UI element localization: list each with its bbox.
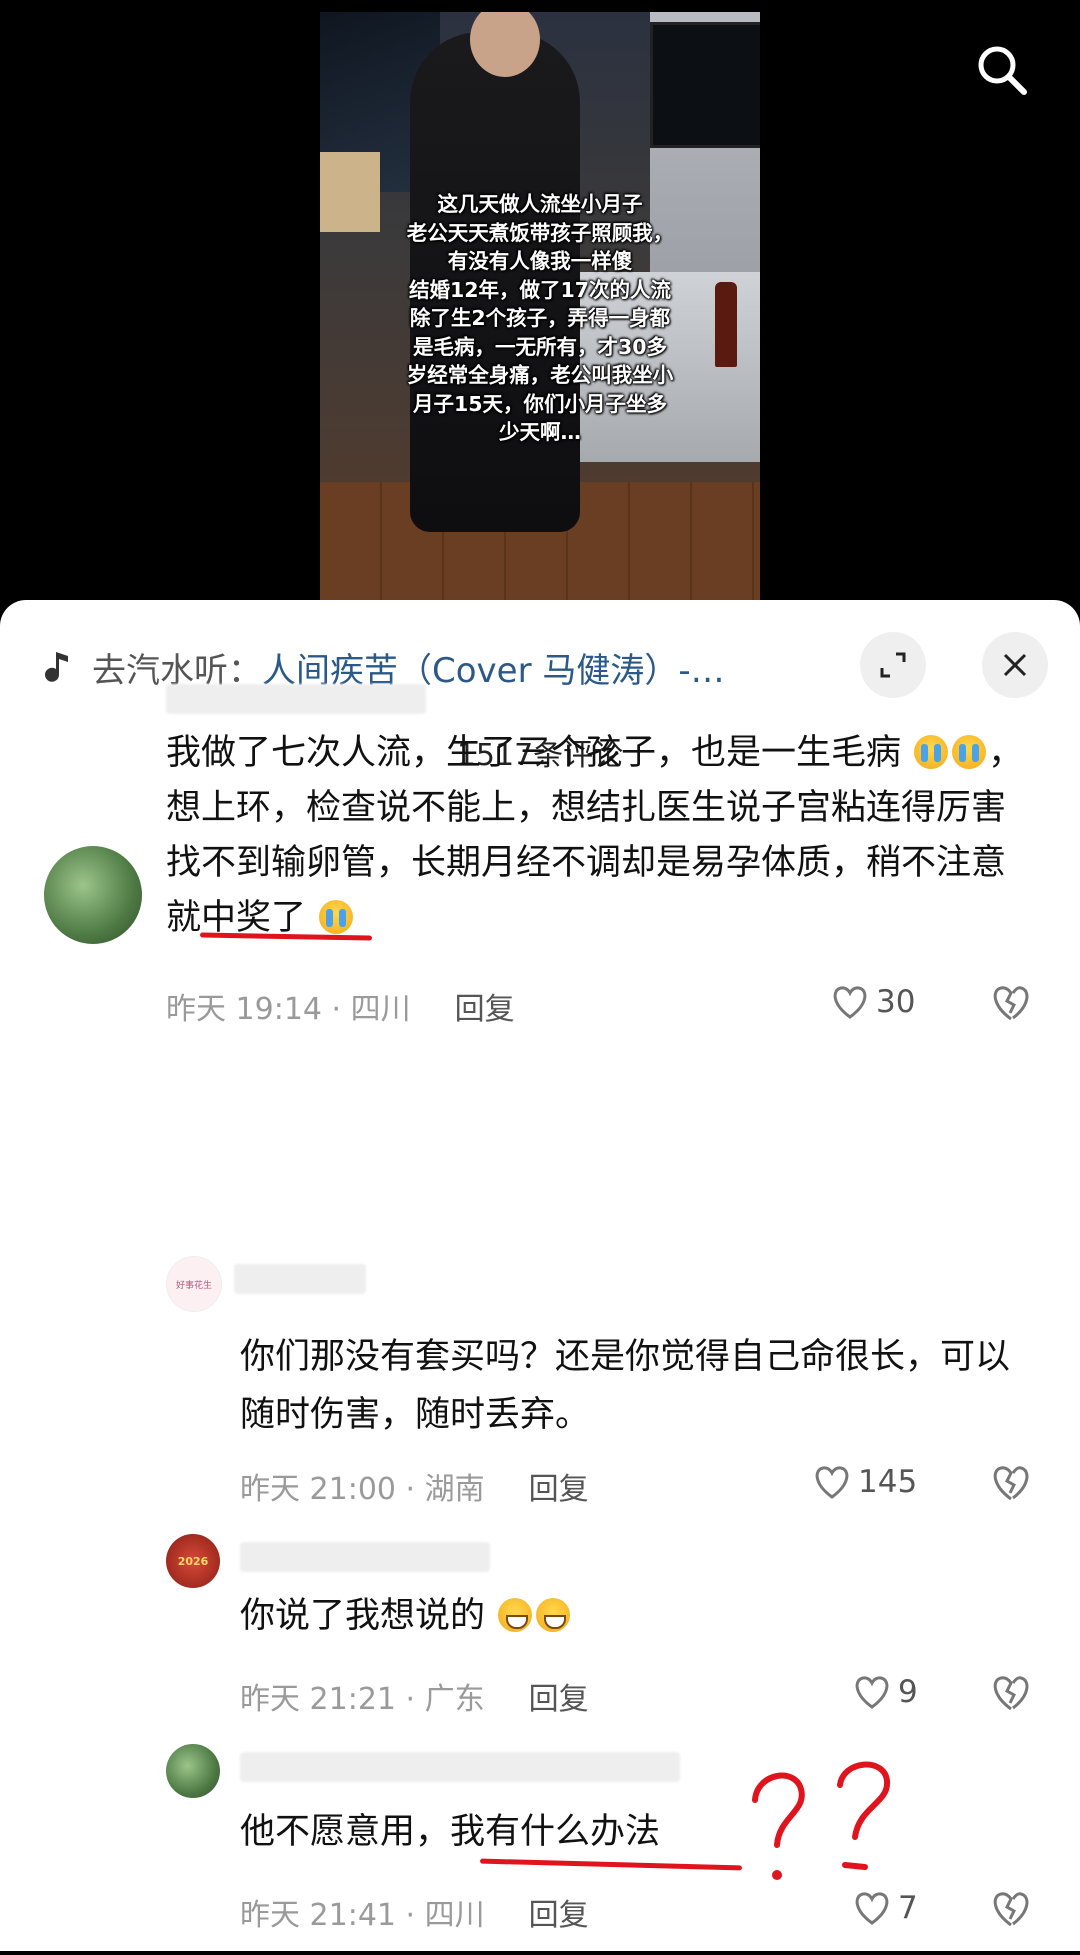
reply-button[interactable]: 回复 <box>529 1890 589 1934</box>
comment-text-part: 我做了七次人流，生了三个孩子，也是一生毛病 <box>166 733 902 773</box>
dislike-button[interactable] <box>990 984 1032 1026</box>
avatar[interactable] <box>44 846 142 944</box>
dislike-heart-icon <box>993 986 1029 1021</box>
dislike-heart-icon <box>993 1676 1029 1711</box>
highlighted-text: 易孕体质 <box>691 843 832 883</box>
username-blurred[interactable] <box>240 1542 490 1572</box>
close-icon <box>1003 653 1027 677</box>
search-button[interactable] <box>972 40 1032 100</box>
comment-time-location: 昨天 19:14 · 四川 <box>166 992 411 1027</box>
comments-sheet: 去汽水听： 人间疾苦（Cover 马健涛）-… 1517条评论 我做了七次人流，… <box>0 600 1080 1951</box>
comment-meta: 昨天 21:00 · 湖南 回复 <box>240 1464 589 1508</box>
heart-icon <box>855 1676 889 1709</box>
dislike-button[interactable] <box>990 1890 1032 1932</box>
avatar[interactable]: 好事花生 <box>166 1256 222 1312</box>
like-count: 30 <box>876 984 916 1020</box>
comment-text: 你们那没有套买吗？还是你觉得自己命很长，可以随时伤害，随时丢弃。 <box>240 1337 1011 1435</box>
red-underline-annotation <box>479 1858 743 1871</box>
crying-emoji-icon <box>319 900 354 934</box>
comment-meta: 昨天 19:14 · 四川 回复 <box>166 984 515 1028</box>
username-blurred[interactable] <box>240 1752 680 1782</box>
comment-meta: 昨天 21:41 · 四川 回复 <box>240 1890 589 1934</box>
reply-button[interactable]: 回复 <box>529 1674 589 1718</box>
comment-time-location: 昨天 21:00 · 湖南 <box>240 1472 485 1507</box>
search-icon <box>978 46 1027 95</box>
scene-tv <box>650 22 760 148</box>
dislike-button[interactable] <box>990 1674 1032 1716</box>
like-count: 9 <box>898 1674 918 1710</box>
question-marks-annotation <box>745 375 895 545</box>
dislike-button[interactable] <box>990 1464 1032 1506</box>
comment-text: 你说了我想说的 <box>240 1590 940 1642</box>
comment-time-location: 昨天 21:21 · 广东 <box>240 1682 485 1717</box>
like-button[interactable]: 145 <box>812 1464 917 1500</box>
username-blurred[interactable] <box>234 1264 366 1294</box>
question-marks-annotation <box>752 1761 891 1880</box>
comment-text: 我做了七次人流，生了三个孩子，也是一生毛病 ，想上环，检查说不能上，想结扎医生说… <box>166 726 1026 946</box>
dislike-heart-icon <box>993 1892 1029 1927</box>
reply-button[interactable]: 回复 <box>455 984 515 1028</box>
comment-text-part: 你说了我想说的 <box>240 1596 486 1636</box>
avatar[interactable]: 2026 <box>166 1534 220 1588</box>
heart-icon <box>833 986 867 1019</box>
like-button[interactable]: 30 <box>830 984 915 1020</box>
highlighted-text: 我有什么办法 <box>450 1812 661 1852</box>
username-blurred[interactable] <box>166 684 426 714</box>
video-caption: 这几天做人流坐小月子 老公天天煮饭带孩子照顾我， 有没有人像我一样傻 结婚12年… <box>406 192 674 444</box>
music-note-icon <box>45 652 68 682</box>
video-area[interactable]: 这几天做人流坐小月子 老公天天煮饭带孩子照顾我， 有没有人像我一样傻 结婚12年… <box>0 0 1080 610</box>
grinning-sweat-emoji-icon <box>536 1598 571 1632</box>
expand-icon <box>880 652 906 678</box>
reply-button[interactable]: 回复 <box>529 1464 589 1508</box>
comment-time-location: 昨天 21:41 · 四川 <box>240 1898 485 1933</box>
dislike-heart-icon <box>993 1466 1029 1501</box>
avatar-label: 好事花生 <box>175 1280 212 1291</box>
comment-meta: 昨天 21:21 · 广东 回复 <box>240 1674 589 1718</box>
comment-text-part: 他不愿意用， <box>240 1812 451 1852</box>
crying-emoji-icon <box>914 735 949 769</box>
like-count: 145 <box>858 1464 918 1500</box>
grinning-sweat-emoji-icon <box>498 1598 533 1632</box>
crying-emoji-icon <box>952 735 987 769</box>
heart-icon <box>815 1466 849 1499</box>
avatar[interactable] <box>166 1744 220 1798</box>
like-button[interactable]: 9 <box>852 1674 918 1710</box>
close-button[interactable] <box>982 632 1048 698</box>
avatar-label: 2026 <box>177 1554 209 1568</box>
music-bar[interactable]: 去汽水听： 人间疾苦（Cover 马健涛）-… <box>44 636 824 698</box>
expand-button[interactable] <box>860 632 926 698</box>
